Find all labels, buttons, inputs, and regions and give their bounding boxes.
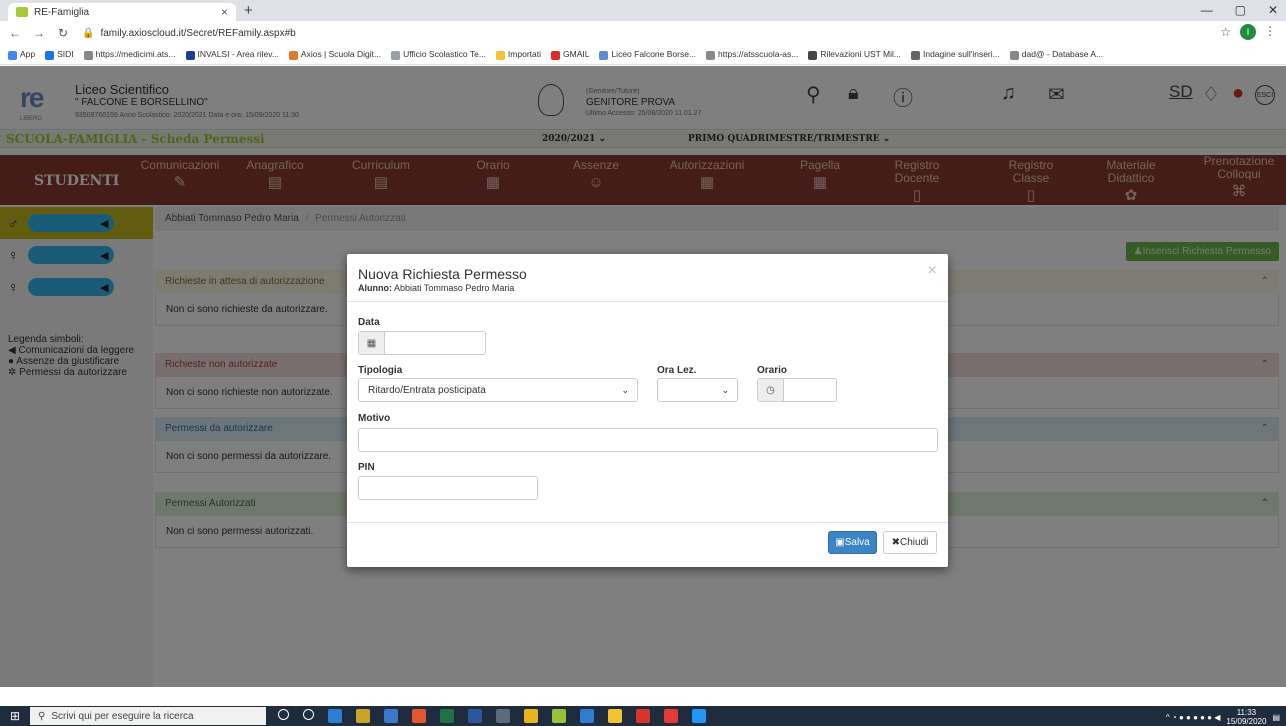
bookmark-item[interactable]: Ufficio Scolastico Te... bbox=[391, 49, 486, 60]
bookmark-item[interactable]: https://medicimi.ats... bbox=[83, 49, 176, 60]
tab-title: RE-Famiglia bbox=[34, 6, 90, 18]
taskbar-app-icon[interactable] bbox=[552, 709, 566, 723]
clock-icon[interactable]: ◷ bbox=[758, 379, 784, 401]
lock-icon: 🔒 bbox=[82, 27, 95, 39]
taskbar-app-icon[interactable] bbox=[580, 709, 594, 723]
bookmark-item[interactable]: https://atsscuola-as... bbox=[706, 49, 798, 60]
taskbar-app-icon[interactable] bbox=[524, 709, 538, 723]
taskbar-app-icon[interactable] bbox=[328, 709, 342, 723]
orario-field[interactable]: ◷ bbox=[757, 378, 837, 402]
taskbar-app-icon[interactable] bbox=[692, 709, 706, 723]
taskbar-app-icon[interactable] bbox=[664, 709, 678, 723]
url-text: family.axioscloud.it/Secret/REFamily.asp… bbox=[100, 27, 296, 39]
calendar-icon[interactable]: ▦ bbox=[359, 332, 385, 354]
save-button[interactable]: ▣ Salva bbox=[828, 531, 877, 554]
chevron-down-icon: ⌄ bbox=[721, 384, 729, 395]
tray-icons[interactable]: ^ ◔ ● ● ● ● ● ◀ bbox=[1166, 713, 1220, 722]
taskbar-app-icon[interactable] bbox=[440, 709, 454, 723]
data-label: Data bbox=[358, 317, 380, 328]
taskbar-app-icon[interactable] bbox=[303, 709, 314, 720]
browser-tab-strip: RE-Famiglia × + — ▢ ✕ bbox=[0, 0, 1286, 21]
minimize-icon[interactable]: — bbox=[1201, 3, 1213, 17]
bookmark-icon bbox=[391, 50, 401, 60]
pin-label: PIN bbox=[358, 462, 375, 473]
bookmark-icon bbox=[83, 50, 93, 60]
bookmark-icon bbox=[495, 50, 505, 60]
bookmark-item[interactable]: App bbox=[8, 49, 35, 60]
floppy-icon: ▣ bbox=[835, 537, 845, 548]
orario-label: Orario bbox=[757, 365, 788, 376]
taskbar-app-icon[interactable] bbox=[412, 709, 426, 723]
bookmark-icon bbox=[1009, 50, 1019, 60]
bookmark-icon bbox=[706, 50, 716, 60]
tipologia-label: Tipologia bbox=[358, 365, 403, 376]
chevron-down-icon: ⌄ bbox=[621, 384, 629, 395]
favicon-icon bbox=[16, 7, 28, 17]
profile-avatar[interactable]: I bbox=[1240, 24, 1256, 40]
search-icon: ⚲ bbox=[38, 710, 46, 722]
taskbar-app-icon[interactable] bbox=[468, 709, 482, 723]
motivo-label: Motivo bbox=[358, 413, 391, 424]
taskbar-app-icon[interactable] bbox=[608, 709, 622, 723]
notifications-icon[interactable]: ▤ bbox=[1272, 713, 1280, 722]
bookmark-icon bbox=[45, 50, 55, 60]
forward-icon[interactable]: → bbox=[30, 26, 48, 40]
menu-kebab-icon[interactable]: ⋮ bbox=[1264, 24, 1276, 38]
bookmark-icon bbox=[185, 50, 195, 60]
bookmark-item[interactable]: SIDI bbox=[45, 49, 74, 60]
window-controls: — ▢ ✕ bbox=[1201, 3, 1278, 17]
address-bar-row: ← → ↻ 🔒 family.axioscloud.it/Secret/REFa… bbox=[0, 21, 1286, 45]
windows-start-icon[interactable]: ⊞ bbox=[0, 709, 30, 723]
pin-field[interactable] bbox=[358, 476, 538, 500]
close-button[interactable]: ✖ Chiudi bbox=[883, 531, 937, 554]
browser-tab[interactable]: RE-Famiglia × bbox=[8, 3, 236, 21]
taskbar-app-icon[interactable] bbox=[356, 709, 370, 723]
close-window-icon[interactable]: ✕ bbox=[1268, 3, 1278, 17]
bookmark-icon bbox=[288, 50, 298, 60]
ora-lez-select[interactable]: ⌄ bbox=[657, 378, 738, 402]
bookmark-item[interactable]: INVALSI - Area rilev... bbox=[185, 49, 279, 60]
date-field[interactable]: ▦ bbox=[358, 331, 486, 355]
windows-taskbar: ⊞ ⚲ Scrivi qui per eseguire la ricerca ^… bbox=[0, 706, 1286, 726]
bookmark-item[interactable]: Importati bbox=[495, 49, 541, 60]
new-request-modal: Nuova Richiesta Permesso Alunno: Abbiati… bbox=[347, 254, 948, 567]
taskbar-search[interactable]: ⚲ Scrivi qui per eseguire la ricerca bbox=[30, 707, 266, 725]
bookmark-icon bbox=[599, 50, 609, 60]
taskbar-app-icon[interactable] bbox=[278, 709, 289, 720]
clock[interactable]: 11:33 15/09/2020 bbox=[1226, 708, 1266, 726]
bookmarks-bar: App SIDI https://medicimi.ats... INVALSI - … bbox=[0, 45, 1286, 65]
modal-student: Alunno: Abbiati Tommaso Pedro Maria bbox=[358, 283, 515, 293]
modal-close-icon[interactable]: × bbox=[928, 262, 937, 280]
bookmark-icon bbox=[551, 50, 560, 60]
url-field[interactable]: 🔒 family.axioscloud.it/Secret/REFamily.a… bbox=[82, 24, 1212, 42]
back-icon[interactable]: ← bbox=[6, 26, 24, 40]
ora-lez-label: Ora Lez. bbox=[657, 365, 697, 376]
bookmark-icon bbox=[8, 50, 17, 60]
bookmark-star-icon[interactable]: ☆ bbox=[1220, 25, 1231, 39]
bookmark-item[interactable]: dad@ - Database A... bbox=[1009, 49, 1103, 60]
taskbar-app-icon[interactable] bbox=[496, 709, 510, 723]
motivo-field[interactable] bbox=[358, 428, 938, 452]
bookmark-item[interactable]: Axios | Scuola Digit... bbox=[288, 49, 381, 60]
tipologia-select[interactable]: Ritardo/Entrata posticipata ⌄ bbox=[358, 378, 638, 402]
bookmark-item[interactable]: Rilevazioni UST Mil... bbox=[808, 49, 901, 60]
system-tray: ^ ◔ ● ● ● ● ● ◀ 11:33 15/09/2020 ▤ bbox=[1166, 708, 1280, 726]
bookmark-icon bbox=[910, 50, 920, 60]
modal-title: Nuova Richiesta Permesso bbox=[358, 266, 527, 282]
reload-icon[interactable]: ↻ bbox=[54, 26, 72, 40]
close-icon: ✖ bbox=[891, 537, 901, 548]
taskbar-app-icon[interactable] bbox=[636, 709, 650, 723]
new-tab-button[interactable]: + bbox=[244, 2, 253, 19]
tab-close-icon[interactable]: × bbox=[221, 5, 228, 19]
bookmark-item[interactable]: GMAIL bbox=[551, 49, 589, 60]
maximize-icon[interactable]: ▢ bbox=[1235, 3, 1246, 17]
taskbar-app-icon[interactable] bbox=[384, 709, 398, 723]
taskbar-apps bbox=[278, 709, 706, 723]
bookmark-item[interactable]: Liceo Falcone Borse... bbox=[599, 49, 696, 60]
bookmark-item[interactable]: Indagine sull'inseri... bbox=[910, 49, 1000, 60]
bookmark-icon bbox=[808, 50, 818, 60]
